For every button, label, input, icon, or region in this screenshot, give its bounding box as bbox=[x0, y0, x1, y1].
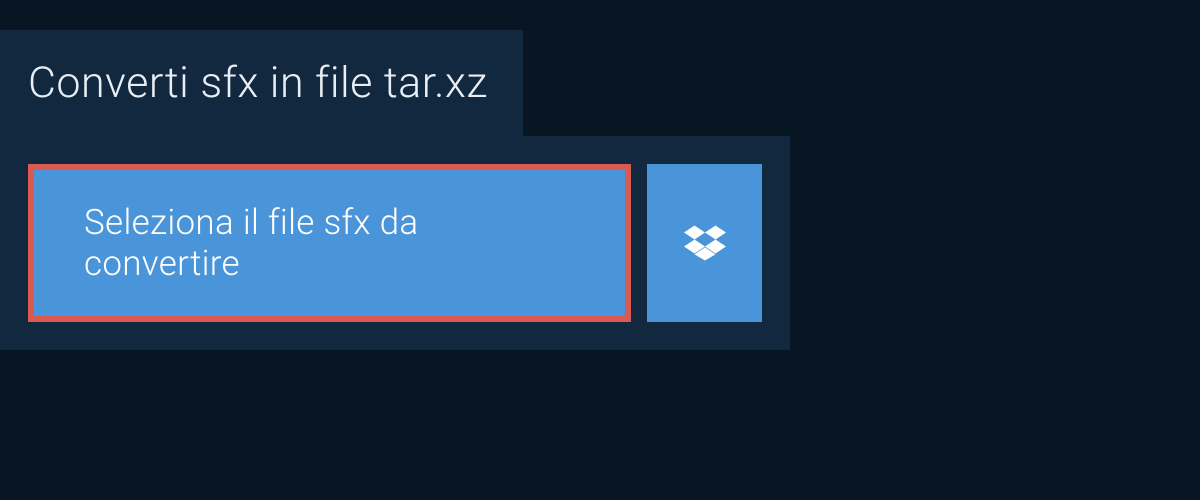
dropbox-button[interactable] bbox=[647, 164, 762, 322]
button-row: Seleziona il file sfx da convertire bbox=[0, 136, 790, 350]
select-file-button[interactable]: Seleziona il file sfx da convertire bbox=[28, 164, 631, 322]
page-title: Converti sfx in file tar.xz bbox=[28, 58, 488, 108]
dropbox-icon bbox=[684, 222, 726, 264]
select-file-label: Seleziona il file sfx da convertire bbox=[84, 202, 575, 284]
header-tab: Converti sfx in file tar.xz bbox=[0, 30, 523, 136]
